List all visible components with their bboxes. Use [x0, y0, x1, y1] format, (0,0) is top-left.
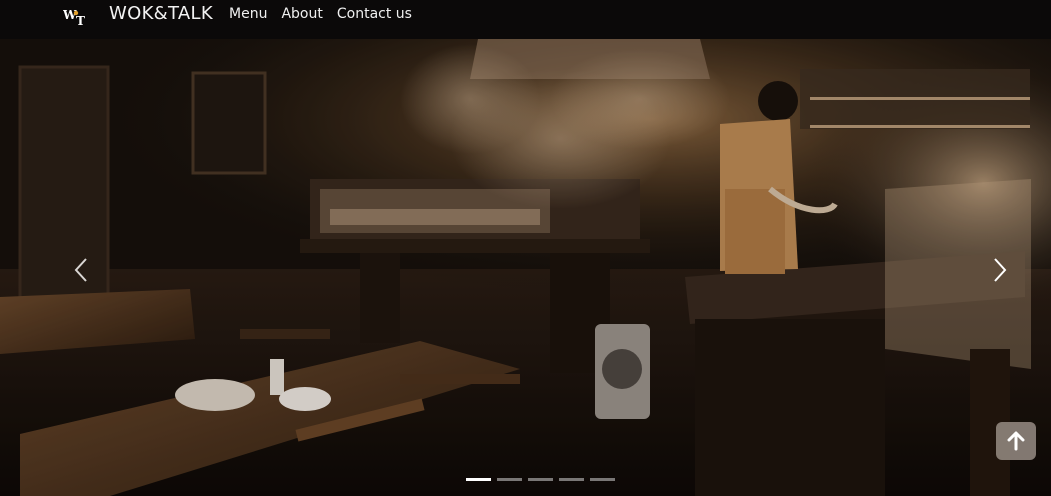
svg-text:T: T [76, 14, 85, 26]
nav-link-about[interactable]: About [281, 6, 322, 22]
brand-name[interactable]: WOK&TALK [109, 3, 213, 24]
carousel-indicator-2[interactable] [497, 478, 522, 481]
back-to-top-button[interactable] [996, 422, 1036, 460]
top-navbar: W T WOK&TALK Menu About Contact us [0, 0, 1051, 39]
svg-text:W: W [63, 8, 77, 22]
arrow-up-icon [1007, 431, 1025, 451]
carousel-next-button[interactable] [987, 255, 1011, 285]
chevron-left-icon [74, 258, 87, 282]
nav-link-menu[interactable]: Menu [229, 6, 267, 22]
carousel-indicator-3[interactable] [528, 478, 553, 481]
main-nav: Menu About Contact us [229, 6, 412, 22]
hero-restaurant-kitchen-image [0, 39, 1051, 496]
nav-link-contact[interactable]: Contact us [337, 6, 412, 22]
carousel-indicators [466, 478, 615, 481]
hero-carousel [0, 39, 1051, 496]
carousel-prev-button[interactable] [70, 255, 94, 285]
chevron-right-icon [994, 258, 1007, 282]
carousel-indicator-4[interactable] [559, 478, 584, 481]
carousel-indicator-5[interactable] [590, 478, 615, 481]
brand-logo-icon[interactable]: W T [63, 6, 91, 26]
carousel-indicator-1[interactable] [466, 478, 491, 481]
